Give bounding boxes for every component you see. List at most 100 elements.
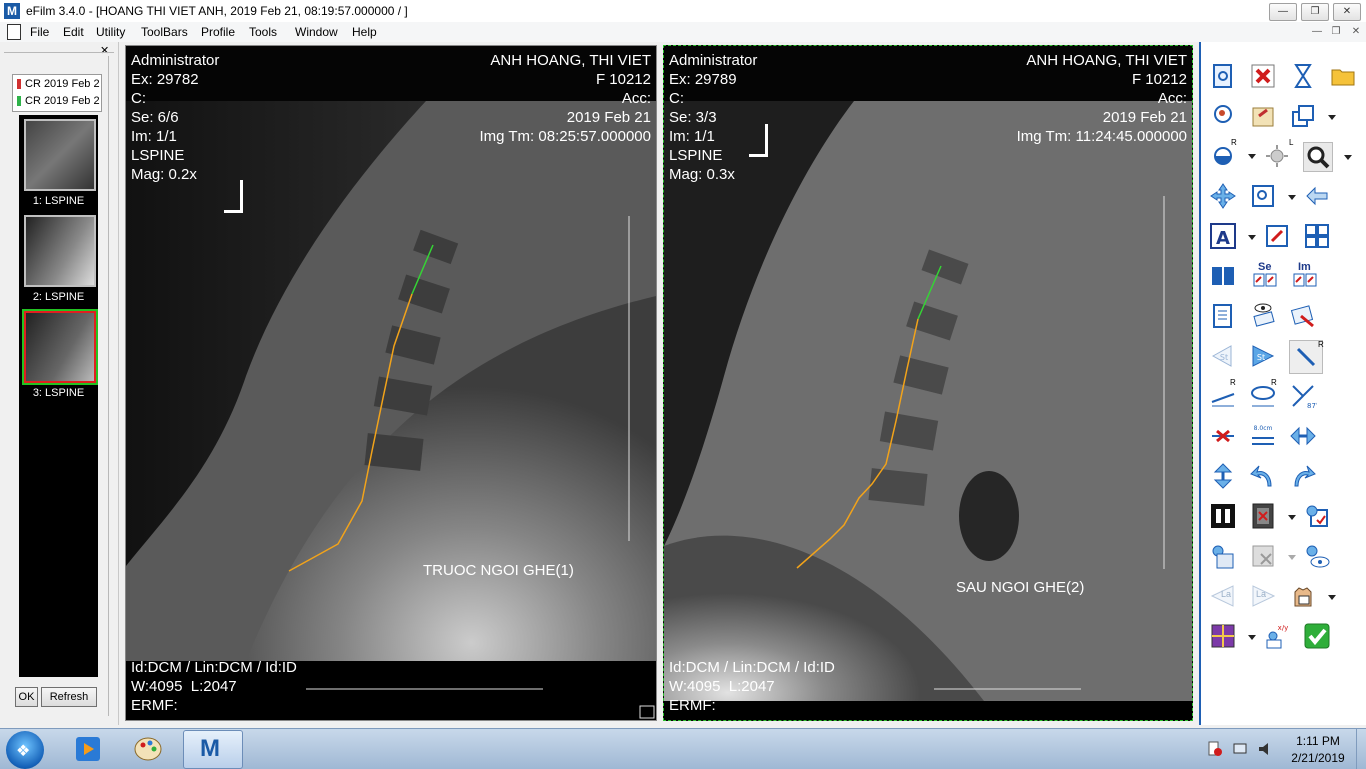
mdi-close-icon[interactable]: ✕	[1348, 25, 1364, 39]
freehand-annotation-icon[interactable]	[1263, 222, 1291, 250]
delete-image-icon[interactable]	[1249, 542, 1277, 570]
key-image-icon[interactable]	[1303, 502, 1331, 530]
layout-grid-icon[interactable]	[1303, 222, 1331, 250]
view-image-icon[interactable]	[1303, 542, 1331, 570]
chevron-down-icon[interactable]	[1248, 235, 1256, 240]
exam-label: Ex: 29789	[669, 71, 737, 88]
paint-taskbar-button[interactable]	[130, 733, 166, 765]
document-icon[interactable]	[7, 24, 21, 40]
image-info-icon[interactable]	[1209, 62, 1237, 90]
network-icon[interactable]	[1232, 741, 1248, 757]
overlay-top-left: Administrator Ex: 29789 C: Se: 3/3 Im: 1/1 LS…	[669, 51, 757, 184]
cascade-windows-icon[interactable]	[1289, 102, 1317, 130]
study-item[interactable]: CR 2019 Feb 2	[17, 95, 101, 107]
checkmark-icon[interactable]	[1303, 622, 1331, 650]
minimize-button[interactable]: —	[1269, 3, 1297, 21]
hand-tool-icon[interactable]	[1289, 582, 1317, 610]
series-thumbnail-3[interactable]	[22, 309, 98, 385]
chevron-down-icon[interactable]	[1344, 155, 1352, 160]
previous-study-icon[interactable]: St	[1209, 342, 1237, 370]
series-label: 3: LSPINE	[32, 387, 85, 399]
r-marker: R	[1271, 378, 1277, 387]
user-search-icon[interactable]	[1209, 102, 1237, 130]
body-part: LSPINE	[669, 147, 723, 164]
previous-arrow-icon[interactable]	[1303, 182, 1331, 210]
overlay-bottom-left: Id:DCM / Lin:DCM / Id:ID W:4095 L:2047 ERM…	[669, 658, 835, 715]
plugin-puzzle-icon[interactable]	[1209, 622, 1237, 650]
study-date: 2019 Feb 21	[1102, 109, 1187, 126]
chevron-down-icon[interactable]	[1288, 555, 1296, 560]
menu-window[interactable]: Window	[295, 25, 338, 39]
next-study-icon[interactable]: St	[1249, 342, 1277, 370]
close-button[interactable]: ✕	[1333, 3, 1361, 21]
lut-info: Id:DCM / Lin:DCM / Id:ID	[131, 659, 297, 676]
text-annotation-icon[interactable]: A	[1209, 222, 1237, 250]
angle-measure-icon[interactable]: 87°	[1289, 382, 1317, 410]
chevron-down-icon[interactable]	[1328, 115, 1336, 120]
rotate-right-icon[interactable]	[1289, 462, 1317, 490]
mdi-minimize-icon[interactable]: —	[1309, 25, 1325, 39]
media-player-taskbar-button[interactable]	[70, 733, 106, 765]
volume-icon[interactable]	[1257, 741, 1273, 757]
image-time: Img Tm: 08:25:57.000000	[479, 128, 651, 145]
menu-edit[interactable]: Edit	[63, 25, 84, 39]
magnify-icon[interactable]	[1249, 182, 1277, 210]
window-title: eFilm 3.4.0 - [HOANG THI VIET ANH, 2019 …	[26, 4, 408, 18]
series-thumbnail-2[interactable]	[24, 215, 96, 287]
start-button[interactable]: ❖	[6, 731, 44, 769]
action-center-icon[interactable]	[1207, 741, 1223, 757]
measurement-sheet-icon[interactable]	[1289, 302, 1317, 330]
image-sync-icon[interactable]	[1291, 270, 1319, 290]
chevron-down-icon[interactable]	[1248, 635, 1256, 640]
cine-pause-icon[interactable]	[1209, 502, 1237, 530]
chevron-down-icon[interactable]	[1288, 515, 1296, 520]
delete-measurement-icon[interactable]	[1209, 422, 1237, 450]
image-viewport-2[interactable]: Administrator Ex: 29789 C: Se: 3/3 Im: 1/1 LS…	[663, 45, 1193, 721]
link-icon[interactable]	[1209, 262, 1237, 290]
report-icon[interactable]	[1209, 302, 1237, 330]
cine-controls-icon[interactable]	[1249, 502, 1277, 530]
coordinate-icon[interactable]: x/y	[1263, 622, 1291, 650]
image-viewport-1[interactable]: Administrator Ex: 29782 C: Se: 6/6 Im: 1/1 LS…	[125, 45, 657, 721]
chevron-down-icon[interactable]	[1288, 195, 1296, 200]
study-item[interactable]: CR 2019 Feb 2	[17, 78, 101, 90]
pan-icon[interactable]	[1209, 182, 1237, 210]
menu-file[interactable]: File	[30, 25, 49, 39]
window-level: W:4095 L:2047	[669, 678, 775, 695]
patient-id: F 10212	[595, 71, 651, 88]
open-folder-icon[interactable]	[1329, 62, 1357, 90]
series-thumbnail-1[interactable]	[24, 119, 96, 191]
calibration-ruler-icon[interactable]: 8.0cm	[1249, 422, 1277, 450]
la-label: La	[1221, 589, 1232, 599]
flip-horizontal-icon[interactable]	[1289, 422, 1317, 450]
study-label: CR 2019 Feb 2	[25, 78, 100, 90]
hourglass-icon[interactable]	[1289, 62, 1317, 90]
rotate-left-icon[interactable]	[1249, 462, 1277, 490]
menu-help[interactable]: Help	[352, 25, 377, 39]
body-part: LSPINE	[131, 147, 185, 164]
zoom-magnifier-icon[interactable]	[1303, 142, 1333, 172]
save-image-icon[interactable]	[1209, 542, 1237, 570]
chevron-down-icon[interactable]	[1248, 154, 1256, 159]
clock-time[interactable]: 1:11 PM	[1286, 734, 1350, 748]
chevron-down-icon[interactable]	[1328, 595, 1336, 600]
clock-date[interactable]: 2/21/2019	[1286, 751, 1350, 765]
menu-utility[interactable]: Utility	[96, 25, 125, 39]
series-sync-icon[interactable]	[1251, 270, 1279, 290]
brightness-icon[interactable]	[1263, 142, 1291, 170]
ok-button[interactable]: OK	[15, 687, 38, 707]
restore-button[interactable]: ❐	[1301, 3, 1329, 21]
refresh-button[interactable]: Refresh	[41, 687, 97, 707]
delete-icon[interactable]	[1249, 62, 1277, 90]
export-icon[interactable]	[1249, 102, 1277, 130]
show-desktop-button[interactable]	[1356, 729, 1366, 769]
mdi-restore-icon[interactable]: ❐	[1328, 25, 1344, 39]
menu-tools[interactable]: Tools	[249, 25, 277, 39]
exam-label: Ex: 29782	[131, 71, 199, 88]
eye-view-icon[interactable]	[1249, 300, 1277, 328]
menu-toolbars[interactable]: ToolBars	[141, 25, 188, 39]
efilm-taskbar-button[interactable]: M	[183, 730, 243, 769]
flip-vertical-icon[interactable]	[1209, 462, 1237, 490]
menu-profile[interactable]: Profile	[201, 25, 235, 39]
magnification: Mag: 0.2x	[131, 166, 197, 183]
